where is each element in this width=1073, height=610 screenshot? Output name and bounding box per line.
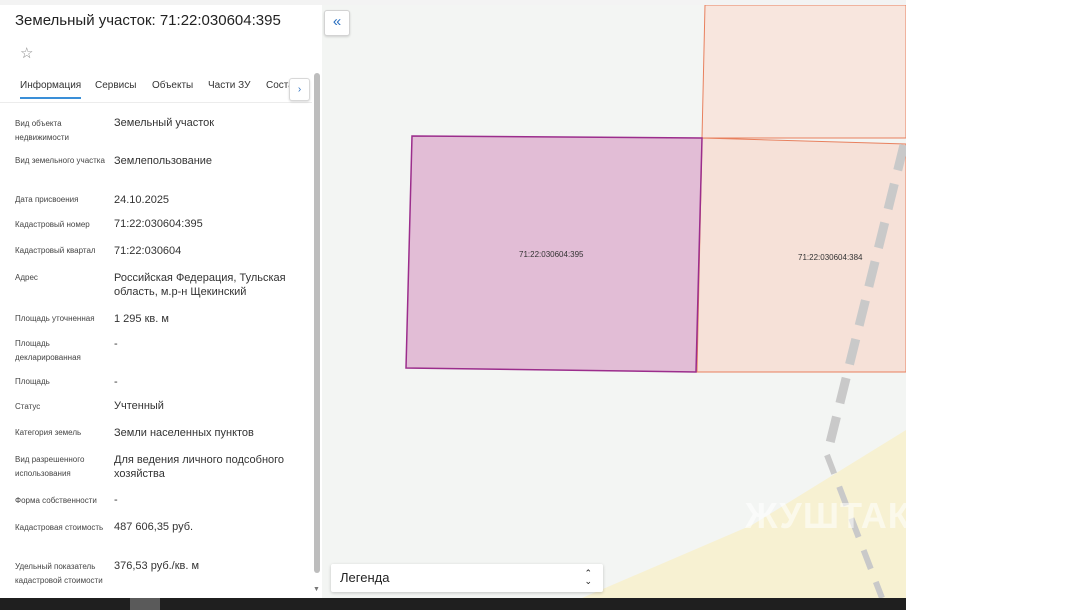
taskbar-segment [130, 598, 160, 610]
prop-value: Земельный участок [114, 117, 215, 129]
collapse-panel-button[interactable]: « [324, 10, 350, 36]
prop-value: 71:22:030604 [114, 245, 182, 257]
tab-objects[interactable]: Объекты [152, 80, 193, 91]
prop-value: Землепользование [114, 155, 213, 167]
prop-label: Кадастровая стоимость [15, 523, 104, 532]
legend-dropdown[interactable]: Легенда ⌃ ⌄ [331, 564, 603, 592]
panel-title: Земельный участок: 71:22:030604:395 [15, 12, 281, 29]
prop-value: - [114, 338, 118, 350]
info-panel: Земельный участок: 71:22:030604:395 ☆ Ин… [0, 5, 323, 598]
panel-scrollbar[interactable] [314, 73, 320, 573]
prop-label: Адрес [15, 273, 38, 282]
prop-label: Площадь декларированная [15, 339, 81, 362]
prop-label: Статус [15, 402, 41, 411]
prop-value: - [114, 494, 118, 506]
prop-value: 71:22:030604:395 [114, 218, 203, 230]
legend-toggle-icon: ⌃ ⌄ [584, 569, 592, 586]
prop-label: Вид разрешенного использования [15, 455, 85, 478]
prop-label: Кадастровый квартал [15, 246, 96, 255]
prop-value: - [114, 376, 118, 388]
tabs-next-button[interactable]: › [289, 78, 310, 101]
prop-value: 376,53 руб./кв. м [114, 560, 200, 572]
prop-label: Вид земельного участка [15, 156, 105, 165]
tab-services[interactable]: Сервисы [95, 80, 136, 91]
tab-bar: Информация Сервисы Объекты Части ЗУ Сост… [0, 76, 312, 103]
prop-value: 487 606,35 руб. [114, 521, 194, 533]
neighbor-parcel-label: 71:22:030604:384 [798, 253, 863, 262]
prop-label: Форма собственности [15, 496, 97, 505]
prop-value: 24.10.2025 [114, 194, 170, 206]
prop-value: Земли населенных пунктов [114, 427, 254, 439]
neighbor-parcel-top [701, 5, 906, 139]
prop-value: Учтенный [114, 400, 164, 412]
prop-value: Российская Федерация, Тульская область, … [114, 272, 286, 298]
prop-label: Площадь [15, 377, 50, 386]
prop-label: Категория земель [15, 428, 82, 437]
tab-information[interactable]: Информация [20, 80, 82, 99]
tab-parts[interactable]: Части ЗУ [208, 80, 250, 91]
prop-label: Вид объекта недвижимости [15, 119, 69, 142]
prop-label: Площадь уточненная [15, 314, 95, 323]
scroll-down-arrow-icon[interactable]: ▼ [313, 586, 320, 593]
prop-label: Дата присвоения [15, 195, 79, 204]
prop-label: Кадастровый номер [15, 220, 90, 229]
legend-label: Легенда [340, 570, 390, 585]
selected-parcel-label: 71:22:030604:395 [519, 250, 584, 259]
watermark: ЖУШТАК [745, 495, 911, 536]
prop-label: Удельный показатель кадастровой стоимост… [15, 562, 103, 585]
prop-value: Для ведения личного подсобного хозяйства [114, 454, 285, 480]
favorite-star-icon[interactable]: ☆ [20, 44, 33, 62]
taskbar-strip [0, 598, 906, 610]
prop-value: 1 295 кв. м [114, 313, 169, 325]
chevron-down-icon: ⌄ [584, 576, 592, 586]
